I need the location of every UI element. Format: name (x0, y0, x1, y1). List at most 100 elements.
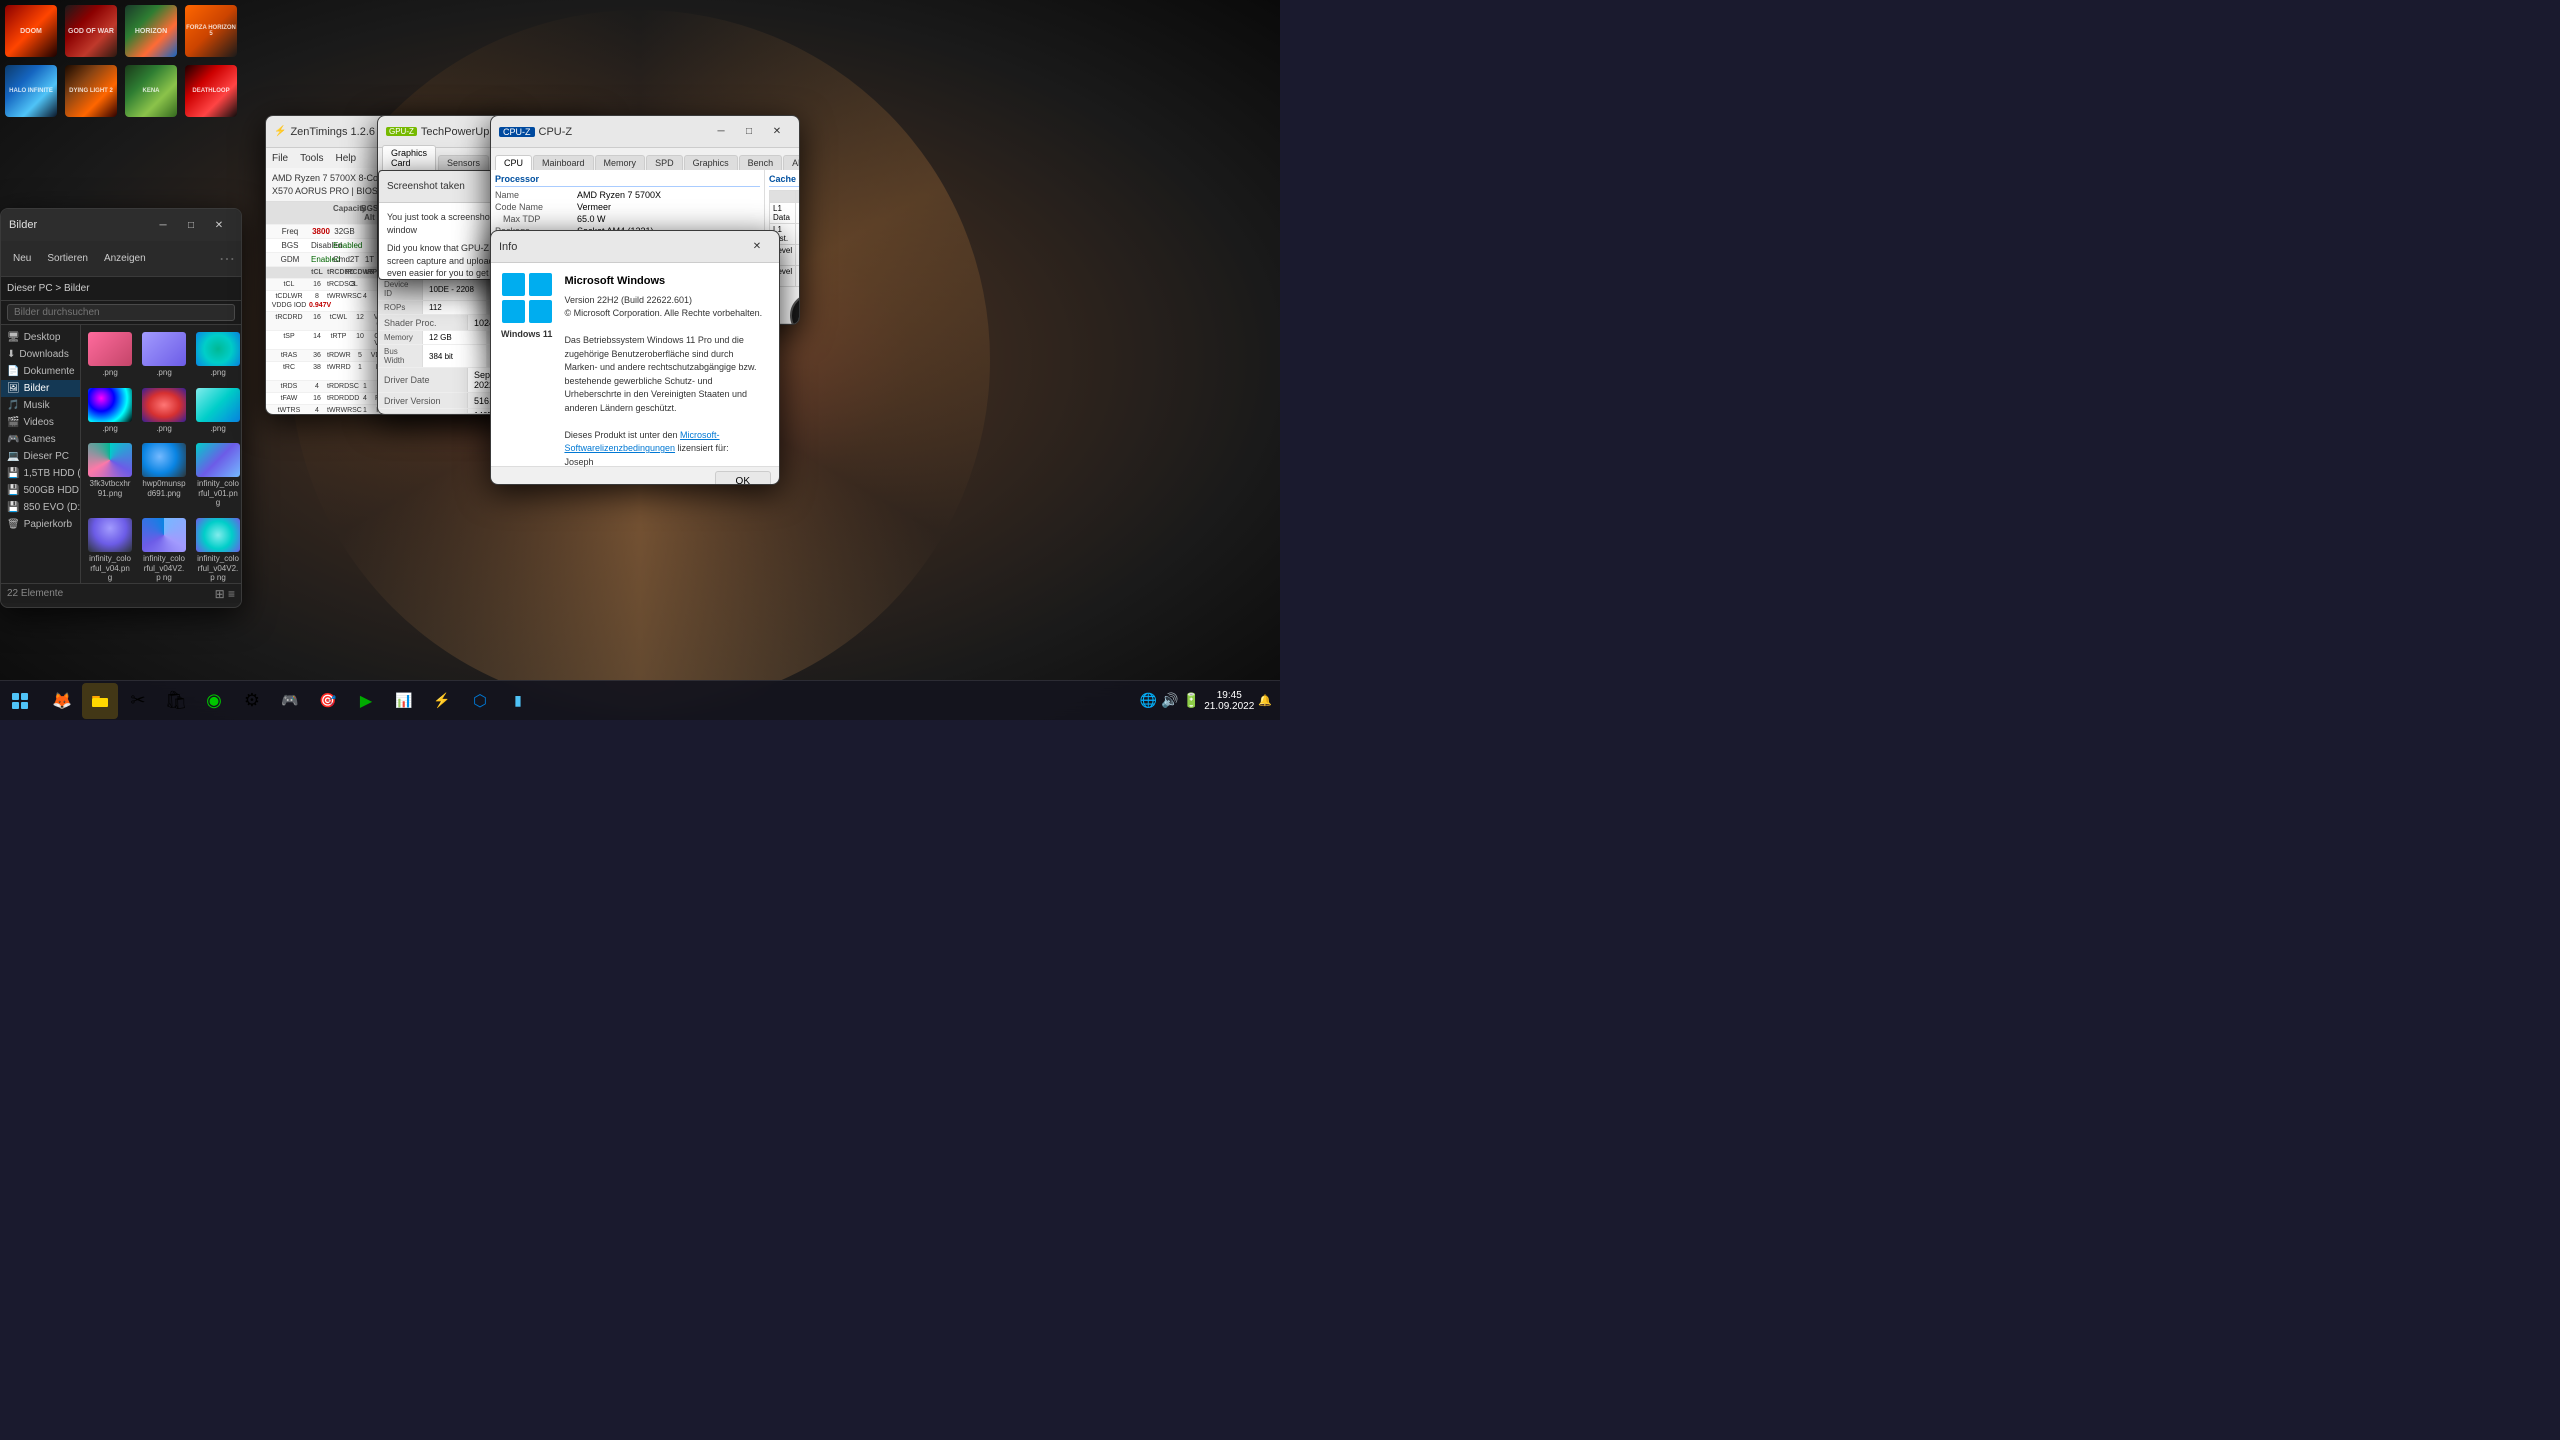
cpu-tdp: 65.0 W (577, 214, 760, 224)
game-icon-gow[interactable]: GOD OF WAR (65, 5, 117, 57)
tab-graphics[interactable]: Graphics (684, 155, 738, 170)
gpuz-title: TechPowerUp GPU-Z 2.50.0 (421, 126, 490, 138)
sidebar-item-thispc[interactable]: 💻 Dieser PC (1, 448, 80, 465)
cpuz-titlebar[interactable]: CPU-Z CPU-Z ─ □ ✕ (491, 116, 799, 148)
taskbar-lightning[interactable]: ⚡ (424, 683, 460, 719)
file-item[interactable]: 3fk3vtbcxhr91.png (85, 440, 135, 511)
tab-graphics-card[interactable]: Graphics Card (382, 145, 436, 170)
taskbar-firefox[interactable]: 🦊 (44, 683, 80, 719)
taskbar-settings[interactable]: ⚙ (234, 683, 270, 719)
max-tdp-label: Max TDP (503, 214, 575, 224)
taskbar-clock[interactable]: 19:45 21.09.2022 (1204, 690, 1254, 712)
file-item[interactable]: .png (85, 385, 135, 437)
recycle-icon: 🗑 (7, 519, 20, 530)
taskbar-snipping[interactable]: ✂ (120, 683, 156, 719)
file-item[interactable]: infinity_colorful_v01.png (193, 440, 241, 511)
file-explorer-content: 🖥 Desktop ⬇ Downloads 📄 Dokumente 🖼 Bild… (1, 325, 241, 583)
windows-logo-area: Windows 11 (501, 273, 552, 456)
win-copyright: © Microsoft Corporation. Alle Rechte vor… (564, 307, 769, 321)
minimize-button[interactable]: ─ (149, 215, 177, 235)
tab-mainboard[interactable]: Mainboard (533, 155, 594, 170)
file-item[interactable]: .png (85, 329, 135, 381)
file-item[interactable]: .png (193, 385, 241, 437)
sidebar-item-videos[interactable]: 🎬 Videos (1, 414, 80, 431)
thumbnail (196, 443, 240, 477)
minimize-button[interactable]: ─ (707, 122, 735, 142)
taskbar-ubisoft[interactable]: 🎯 (310, 683, 346, 719)
view-toggle[interactable]: ⊞ ≡ (215, 587, 235, 601)
taskbar-monitor[interactable]: 📊 (386, 683, 422, 719)
more-button[interactable]: ⋯ (219, 249, 235, 269)
taskbar-steam[interactable]: 🎮 (272, 683, 308, 719)
game-icon-horizon[interactable]: HORIZON (125, 5, 177, 57)
sidebar-item-desktop[interactable]: 🖥 Desktop (1, 329, 80, 346)
taskbar-files[interactable] (82, 683, 118, 719)
tray-battery[interactable]: 🔋 (1183, 692, 1200, 709)
file-item[interactable]: .png (139, 385, 189, 437)
processor-section-title: Processor (495, 174, 760, 187)
tab-about[interactable]: About (783, 155, 800, 170)
search-bar[interactable] (1, 301, 241, 325)
close-button[interactable]: ✕ (205, 215, 233, 235)
sidebar-item-documents[interactable]: 📄 Dokumente (1, 363, 80, 380)
maximize-button[interactable]: □ (177, 215, 205, 235)
thispc-icon: 💻 (7, 451, 19, 462)
view-button[interactable]: Anzeigen (98, 250, 152, 267)
sidebar-item-games[interactable]: 🎮 Games (1, 431, 80, 448)
taskbar-terminal[interactable]: ▮ (500, 683, 536, 719)
tray-notification[interactable]: 🔔 (1258, 694, 1272, 707)
win-info-close[interactable]: ✕ (743, 237, 771, 257)
sidebar-item-hdd-f[interactable]: 💾 1,5TB HDD (F:) (1, 465, 80, 482)
tab-spd[interactable]: SPD (646, 155, 683, 170)
l1-data-size: 8 x 32 KBytes (796, 203, 800, 224)
game-icon-dying[interactable]: DYING LIGHT 2 (65, 65, 117, 117)
sidebar-item-hdd-h[interactable]: 💾 500GB HDD (H:) (1, 482, 80, 499)
game-icon-forza[interactable]: FORZA HORIZON 5 (185, 5, 237, 57)
hdd-f-icon: 💾 (7, 468, 19, 479)
menu-help[interactable]: Help (335, 153, 356, 164)
sidebar-item-pictures[interactable]: 🖼 Bilder (1, 380, 80, 397)
game-icon-deathloop[interactable]: DEATHLOOP (185, 65, 237, 117)
maximize-button[interactable]: □ (735, 122, 763, 142)
tab-bench[interactable]: Bench (739, 155, 783, 170)
win-description: Das Betriebssystem Windows 11 Pro und di… (564, 334, 769, 415)
sort-button[interactable]: Sortieren (41, 250, 94, 267)
ms-windows-heading: Microsoft Windows (564, 273, 769, 290)
game-icon-kena[interactable]: KENA (125, 65, 177, 117)
new-button[interactable]: Neu (7, 250, 37, 267)
tab-cpu[interactable]: CPU (495, 155, 532, 170)
file-item[interactable]: .png (193, 329, 241, 381)
sidebar-item-downloads[interactable]: ⬇ Downloads (1, 346, 80, 363)
taskbar-green2[interactable]: ▶ (348, 683, 384, 719)
taskbar-green[interactable]: ◉ (196, 683, 232, 719)
address-bar[interactable]: Dieser PC > Bilder (1, 277, 241, 301)
win-info-titlebar[interactable]: Info ✕ (491, 231, 779, 263)
game-icon-halo[interactable]: HALO INFINITE (5, 65, 57, 117)
menu-tools[interactable]: Tools (300, 153, 323, 164)
file-item[interactable]: hwp0munspd691.png (139, 440, 189, 511)
taskbar-store[interactable]: 🛍 (158, 683, 194, 719)
file-item[interactable]: .png (139, 329, 189, 381)
tab-memory[interactable]: Memory (595, 155, 646, 170)
sidebar-item-music[interactable]: 🎵 Musik (1, 397, 80, 414)
file-explorer-title: Bilder (9, 219, 149, 231)
start-button[interactable] (0, 681, 40, 721)
search-input[interactable] (7, 304, 235, 321)
menu-file[interactable]: File (272, 153, 288, 164)
game-icon-doom[interactable]: DOOM (5, 5, 57, 57)
file-item[interactable]: infinity_colorful_v04V2.p ng (139, 515, 189, 583)
taskbar-blue[interactable]: ⬡ (462, 683, 498, 719)
thumbnail (142, 518, 186, 552)
close-button[interactable]: ✕ (763, 122, 791, 142)
sidebar-item-recycle[interactable]: 🗑 Papierkorb (1, 516, 80, 533)
file-item[interactable]: infinity_colorful_v04.png (85, 515, 135, 583)
file-item[interactable]: infinity_colorful_v04V2.p ng (193, 515, 241, 583)
sidebar-item-ssd-d[interactable]: 💾 850 EVO (D:) (1, 499, 80, 516)
win-info-ok-button[interactable]: OK (715, 471, 771, 485)
tray-network[interactable]: 🌐 (1140, 692, 1157, 709)
file-explorer-titlebar[interactable]: Bilder ─ □ ✕ (1, 209, 241, 241)
downloads-icon: ⬇ (7, 349, 15, 360)
taskbar-time-text: 19:45 (1204, 690, 1254, 701)
tab-sensors[interactable]: Sensors (438, 155, 489, 170)
tray-volume[interactable]: 🔊 (1161, 692, 1178, 709)
